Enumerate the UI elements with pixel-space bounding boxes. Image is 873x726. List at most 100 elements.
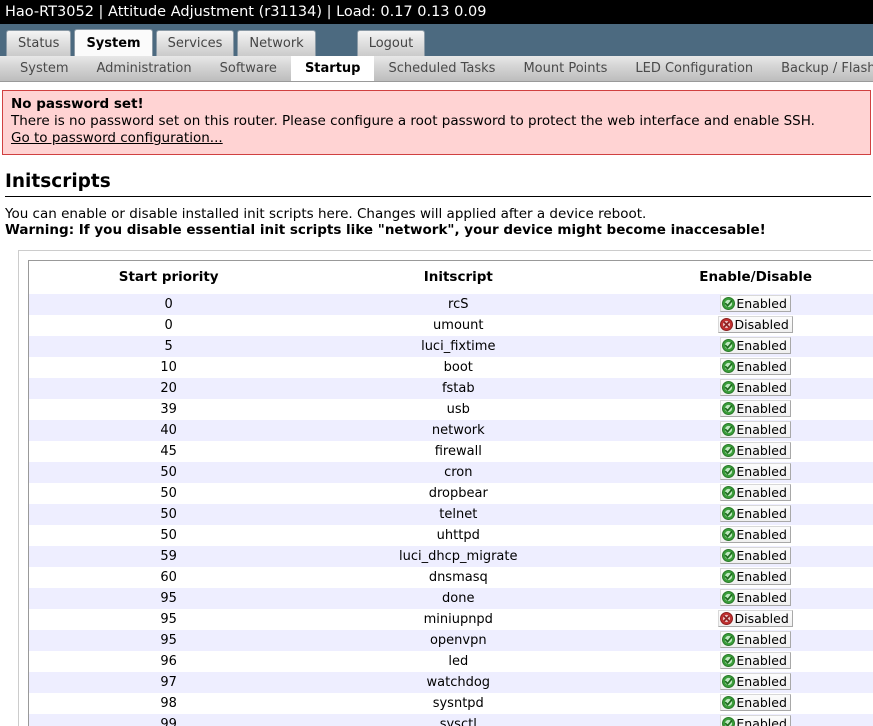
check-circle-icon-svg	[722, 696, 736, 709]
enabled-toggle-button[interactable]: Enabled	[720, 295, 791, 312]
cell-start-priority: 99	[28, 714, 309, 726]
enabled-toggle-button[interactable]: Enabled	[720, 589, 791, 606]
enabled-toggle-button[interactable]: Enabled	[720, 379, 791, 396]
cell-initscript-name: watchdog	[308, 672, 609, 693]
check-circle-icon	[722, 570, 736, 583]
check-circle-icon	[722, 528, 736, 541]
enabled-toggle-button[interactable]: Enabled	[720, 505, 791, 522]
check-circle-icon	[722, 486, 736, 499]
check-circle-icon	[722, 654, 736, 667]
cell-start-priority: 50	[28, 525, 309, 546]
cell-start-priority: 98	[28, 693, 309, 714]
cell-start-priority: 96	[28, 651, 309, 672]
check-circle-icon	[722, 339, 736, 352]
toggle-button-label: Enabled	[736, 716, 787, 726]
toggle-button-label: Enabled	[736, 590, 787, 605]
sub-tab-system[interactable]: System	[6, 56, 82, 81]
enabled-toggle-button[interactable]: Enabled	[720, 484, 791, 501]
main-tab-status[interactable]: Status	[6, 30, 72, 56]
cell-initscript-name: dnsmasq	[308, 567, 609, 588]
toggle-button-label: Disabled	[734, 317, 789, 332]
cell-enable-disable: Enabled	[608, 294, 873, 315]
column-header-initscript: Initscript	[308, 260, 609, 294]
column-header-start-priority: Start priority	[28, 260, 309, 294]
enabled-toggle-button[interactable]: Enabled	[720, 400, 791, 417]
cell-initscript-name: done	[308, 588, 609, 609]
table-row: 96 led Enabled	[28, 651, 873, 672]
cell-initscript-name: luci_dhcp_migrate	[308, 546, 609, 567]
cell-enable-disable: Enabled	[608, 420, 873, 441]
check-circle-icon-svg	[722, 339, 736, 352]
disabled-toggle-button[interactable]: Disabled	[718, 610, 793, 627]
table-row: 95 done Enabled	[28, 588, 873, 609]
enabled-toggle-button[interactable]: Enabled	[720, 337, 791, 354]
cell-initscript-name: fstab	[308, 378, 609, 399]
cell-initscript-name: cron	[308, 462, 609, 483]
enabled-toggle-button[interactable]: Enabled	[720, 673, 791, 690]
cell-start-priority: 97	[28, 672, 309, 693]
sub-tab-led-configuration[interactable]: LED Configuration	[621, 56, 767, 81]
check-circle-icon-svg	[722, 591, 736, 604]
sub-tab-startup[interactable]: Startup	[290, 56, 375, 81]
enabled-toggle-button[interactable]: Enabled	[720, 358, 791, 375]
check-circle-icon-svg	[722, 675, 736, 688]
enabled-toggle-button[interactable]: Enabled	[720, 421, 791, 438]
warning-body: There is no password set on this router.…	[11, 113, 815, 129]
check-circle-icon-svg	[722, 402, 736, 415]
disabled-toggle-button[interactable]: Disabled	[718, 316, 793, 333]
cell-enable-disable: Enabled	[608, 546, 873, 567]
cell-initscript-name: umount	[308, 315, 609, 336]
table-row: 5 luci_fixtime Enabled	[28, 336, 873, 357]
cell-start-priority: 10	[28, 357, 309, 378]
check-circle-icon-svg	[722, 633, 736, 646]
toggle-button-label: Enabled	[736, 632, 787, 647]
sub-tab-backup-flash-firmware[interactable]: Backup / Flash Firmware	[767, 56, 873, 81]
cell-initscript-name: miniupnpd	[308, 609, 609, 630]
enabled-toggle-button[interactable]: Enabled	[720, 526, 791, 543]
enabled-toggle-button[interactable]: Enabled	[720, 631, 791, 648]
cell-enable-disable: Enabled	[608, 378, 873, 399]
sub-tab-administration[interactable]: Administration	[82, 56, 205, 81]
sub-tab-software[interactable]: Software	[206, 56, 291, 81]
enabled-toggle-button[interactable]: Enabled	[720, 463, 791, 480]
check-circle-icon-svg	[722, 465, 736, 478]
enabled-toggle-button[interactable]: Enabled	[720, 568, 791, 585]
main-tab-services[interactable]: Services	[155, 30, 235, 56]
enabled-toggle-button[interactable]: Enabled	[720, 442, 791, 459]
table-row: 40 network Enabled	[28, 420, 873, 441]
table-row: 10 boot Enabled	[28, 357, 873, 378]
cell-initscript-name: network	[308, 420, 609, 441]
enabled-toggle-button[interactable]: Enabled	[720, 715, 791, 726]
main-tab-logout[interactable]: Logout	[356, 30, 426, 56]
cell-enable-disable: Enabled	[608, 336, 873, 357]
check-circle-icon	[722, 633, 736, 646]
enabled-toggle-button[interactable]: Enabled	[720, 547, 791, 564]
enabled-toggle-button[interactable]: Enabled	[720, 652, 791, 669]
table-row: 39 usb Enabled	[28, 399, 873, 420]
toggle-button-label: Enabled	[736, 653, 787, 668]
cell-initscript-name: openvpn	[308, 630, 609, 651]
sub-tab-mount-points[interactable]: Mount Points	[509, 56, 621, 81]
cell-start-priority: 0	[28, 315, 309, 336]
check-circle-icon	[722, 444, 736, 457]
toggle-button-label: Enabled	[736, 401, 787, 416]
cell-start-priority: 45	[28, 441, 309, 462]
check-circle-icon-svg	[722, 360, 736, 373]
cell-enable-disable: Enabled	[608, 462, 873, 483]
enabled-toggle-button[interactable]: Enabled	[720, 694, 791, 711]
main-tab-bar: Status System Services Network Logout	[0, 24, 873, 56]
cell-enable-disable: Enabled	[608, 504, 873, 525]
check-circle-icon-svg	[722, 486, 736, 499]
password-configuration-link[interactable]: Go to password configuration...	[11, 130, 223, 146]
cell-enable-disable: Enabled	[608, 525, 873, 546]
main-tab-system[interactable]: System	[74, 29, 153, 56]
sub-tab-scheduled-tasks[interactable]: Scheduled Tasks	[374, 56, 509, 81]
cell-initscript-name: telnet	[308, 504, 609, 525]
cell-start-priority: 95	[28, 630, 309, 651]
check-circle-icon	[722, 465, 736, 478]
check-circle-icon-svg	[722, 570, 736, 583]
check-circle-icon-svg	[722, 549, 736, 562]
cell-start-priority: 20	[28, 378, 309, 399]
check-circle-icon	[722, 423, 736, 436]
main-tab-network[interactable]: Network	[237, 30, 316, 56]
